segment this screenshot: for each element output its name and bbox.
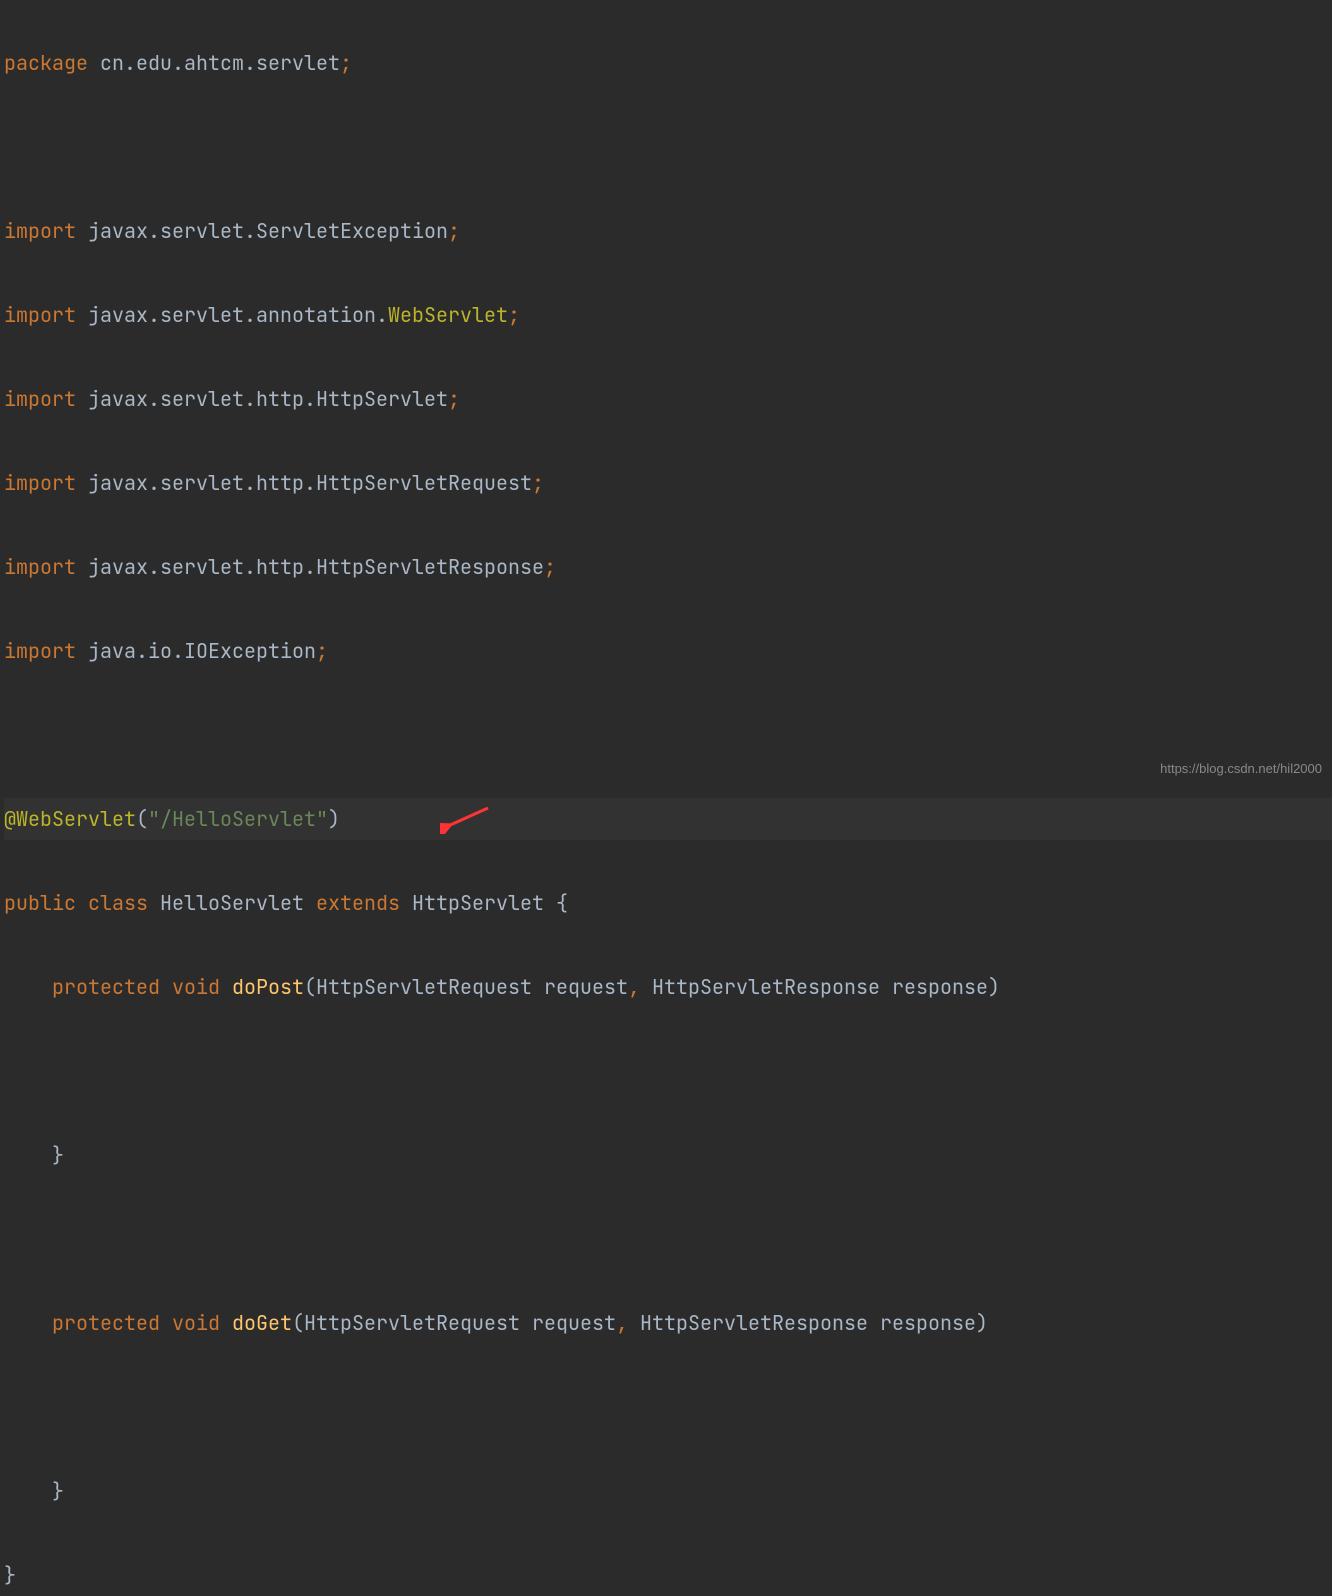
keyword-import: import (4, 302, 76, 328)
string-literal: "/HelloServlet" (148, 806, 328, 832)
semicolon: ; (340, 50, 352, 76)
code-line: protected void doGet(HttpServletRequest … (4, 1302, 1332, 1344)
import-path: javax.servlet.http.HttpServletRequest (76, 470, 532, 496)
import-path: javax.servlet.http.HttpServletResponse (76, 554, 544, 580)
keyword-import: import (4, 218, 76, 244)
import-path: javax.servlet.http.HttpServlet (76, 386, 448, 412)
package-name: cn.edu.ahtcm.servlet (88, 50, 340, 76)
import-path: javax.servlet.ServletException (76, 218, 448, 244)
paren-open: ( (136, 806, 148, 832)
code-line-highlighted: @WebServlet("/HelloServlet") (4, 798, 1332, 840)
code-line-blank (4, 1050, 1332, 1092)
watermark-text: https://blog.csdn.net/hil2000 (1160, 748, 1322, 790)
semicolon: ; (448, 386, 460, 412)
code-line: package cn.edu.ahtcm.servlet; (4, 42, 1332, 84)
code-line: } (4, 1134, 1332, 1176)
close-brace: } (4, 1142, 64, 1168)
code-line: } (4, 1470, 1332, 1512)
code-line-blank (4, 714, 1332, 756)
keyword-void: void (160, 1310, 232, 1336)
code-line: import javax.servlet.http.HttpServletReq… (4, 462, 1332, 504)
import-path: java.io.IOException (76, 638, 316, 664)
semicolon: ; (448, 218, 460, 244)
arrow-icon (440, 804, 490, 834)
params: (HttpServletRequest request (292, 1310, 616, 1336)
semicolon: ; (544, 554, 556, 580)
keyword-protected: protected (52, 1310, 160, 1336)
indent (4, 1310, 52, 1336)
method-dopost: doPost (232, 974, 304, 1000)
params: (HttpServletRequest request (304, 974, 628, 1000)
code-line: } (4, 1554, 1332, 1596)
keyword-import: import (4, 638, 76, 664)
keyword-protected: protected (52, 974, 160, 1000)
semicolon: ; (532, 470, 544, 496)
semicolon: ; (316, 638, 328, 664)
code-line: protected void doPost(HttpServletRequest… (4, 966, 1332, 1008)
indent (4, 974, 52, 1000)
code-line: import javax.servlet.http.HttpServletRes… (4, 546, 1332, 588)
comma: , (616, 1310, 628, 1336)
keyword-public: public (4, 890, 76, 916)
code-editor[interactable]: package cn.edu.ahtcm.servlet; import jav… (0, 0, 1332, 1596)
annotation-class: WebServlet (388, 302, 508, 328)
keyword-import: import (4, 386, 76, 412)
code-line: import javax.servlet.http.HttpServlet; (4, 378, 1332, 420)
code-line: public class HelloServlet extends HttpSe… (4, 882, 1332, 924)
params: HttpServletResponse response) (640, 974, 1000, 1000)
params: HttpServletResponse response) (628, 1310, 988, 1336)
keyword-extends: extends (316, 890, 400, 916)
keyword-class: class (76, 890, 160, 916)
close-brace: } (4, 1478, 64, 1504)
code-line: import javax.servlet.ServletException; (4, 210, 1332, 252)
keyword-import: import (4, 554, 76, 580)
keyword-package: package (4, 50, 88, 76)
method-doget: doGet (232, 1310, 292, 1336)
keyword-void: void (160, 974, 232, 1000)
code-line: import java.io.IOException; (4, 630, 1332, 672)
parent-class: HttpServlet { (400, 890, 568, 916)
semicolon: ; (508, 302, 520, 328)
import-path: javax.servlet.annotation. (76, 302, 388, 328)
keyword-import: import (4, 470, 76, 496)
paren-close: ) (328, 806, 340, 832)
code-line-blank (4, 126, 1332, 168)
code-line: import javax.servlet.annotation.WebServl… (4, 294, 1332, 336)
annotation-webservlet: @WebServlet (4, 806, 136, 832)
class-name: HelloServlet (160, 890, 316, 916)
code-line-blank (4, 1218, 1332, 1260)
comma: , (628, 974, 640, 1000)
code-line-blank (4, 1386, 1332, 1428)
close-brace: } (4, 1562, 16, 1588)
